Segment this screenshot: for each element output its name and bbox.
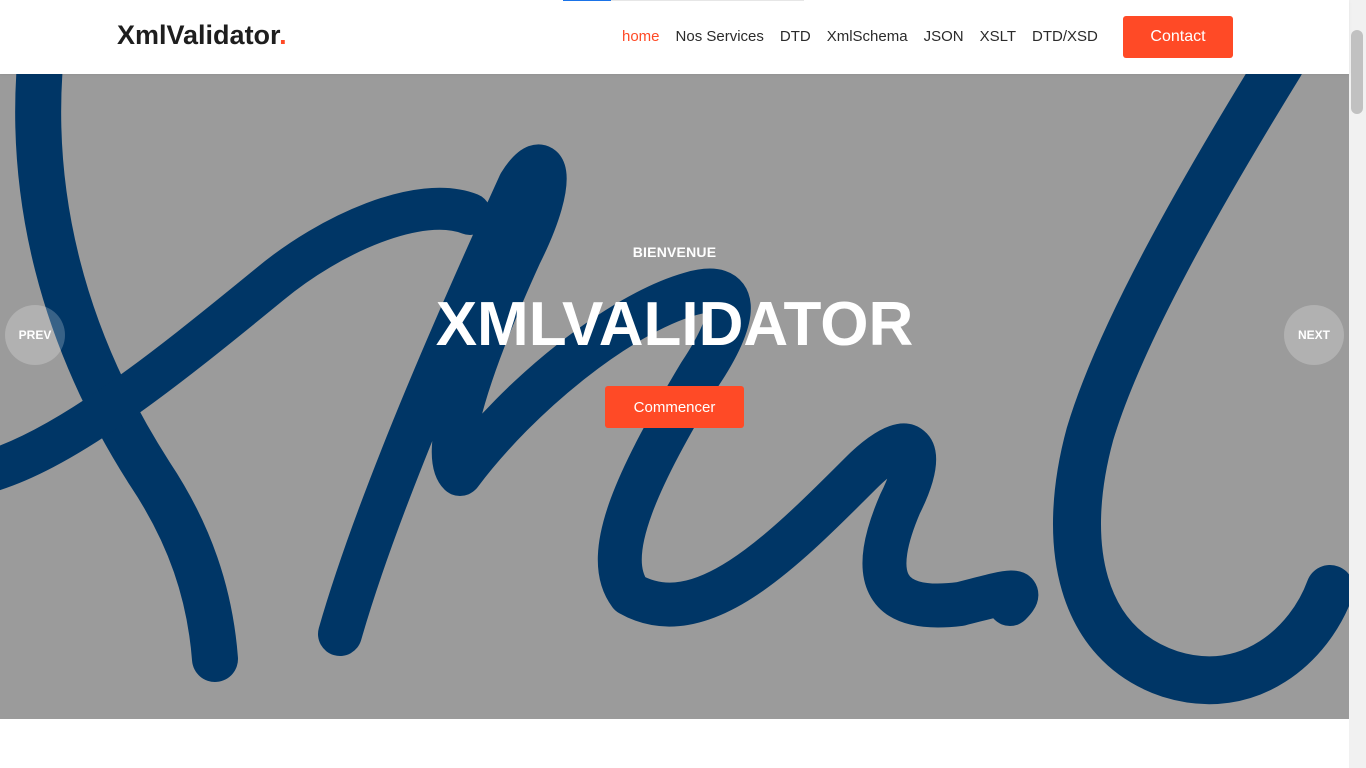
logo-dot: . (279, 20, 287, 50)
contact-button[interactable]: Contact (1123, 16, 1233, 58)
hero-title: XMLVALIDATOR (435, 290, 914, 359)
slider-next-button[interactable]: NEXT (1284, 305, 1344, 365)
loading-progress-fill (563, 0, 611, 1)
nav-item-home[interactable]: home (614, 27, 668, 47)
site-logo[interactable]: XmlValidator. (117, 20, 287, 51)
main-nav: home Nos Services DTD XmlSchema JSON XSL… (614, 27, 1106, 47)
hero-subtitle: BIENVENUE (632, 244, 717, 260)
loading-progress-bar (563, 0, 804, 1)
nav-item-dtd-xsd[interactable]: DTD/XSD (1024, 27, 1106, 47)
start-button[interactable]: Commencer (605, 386, 744, 428)
site-header: XmlValidator. home Nos Services DTD XmlS… (0, 0, 1349, 74)
nav-item-dtd[interactable]: DTD (772, 27, 819, 47)
hero-slider: BIENVENUE XMLVALIDATOR Commencer PREV NE… (0, 74, 1349, 719)
nav-item-json[interactable]: JSON (916, 27, 972, 47)
page-scrollbar[interactable] (1349, 0, 1366, 768)
scrollbar-thumb[interactable] (1351, 30, 1363, 114)
slider-prev-button[interactable]: PREV (5, 305, 65, 365)
nav-item-xmlschema[interactable]: XmlSchema (819, 27, 916, 47)
nav-item-nos-services[interactable]: Nos Services (668, 27, 772, 47)
logo-text: XmlValidator (117, 20, 280, 50)
nav-item-xslt[interactable]: XSLT (972, 27, 1024, 47)
